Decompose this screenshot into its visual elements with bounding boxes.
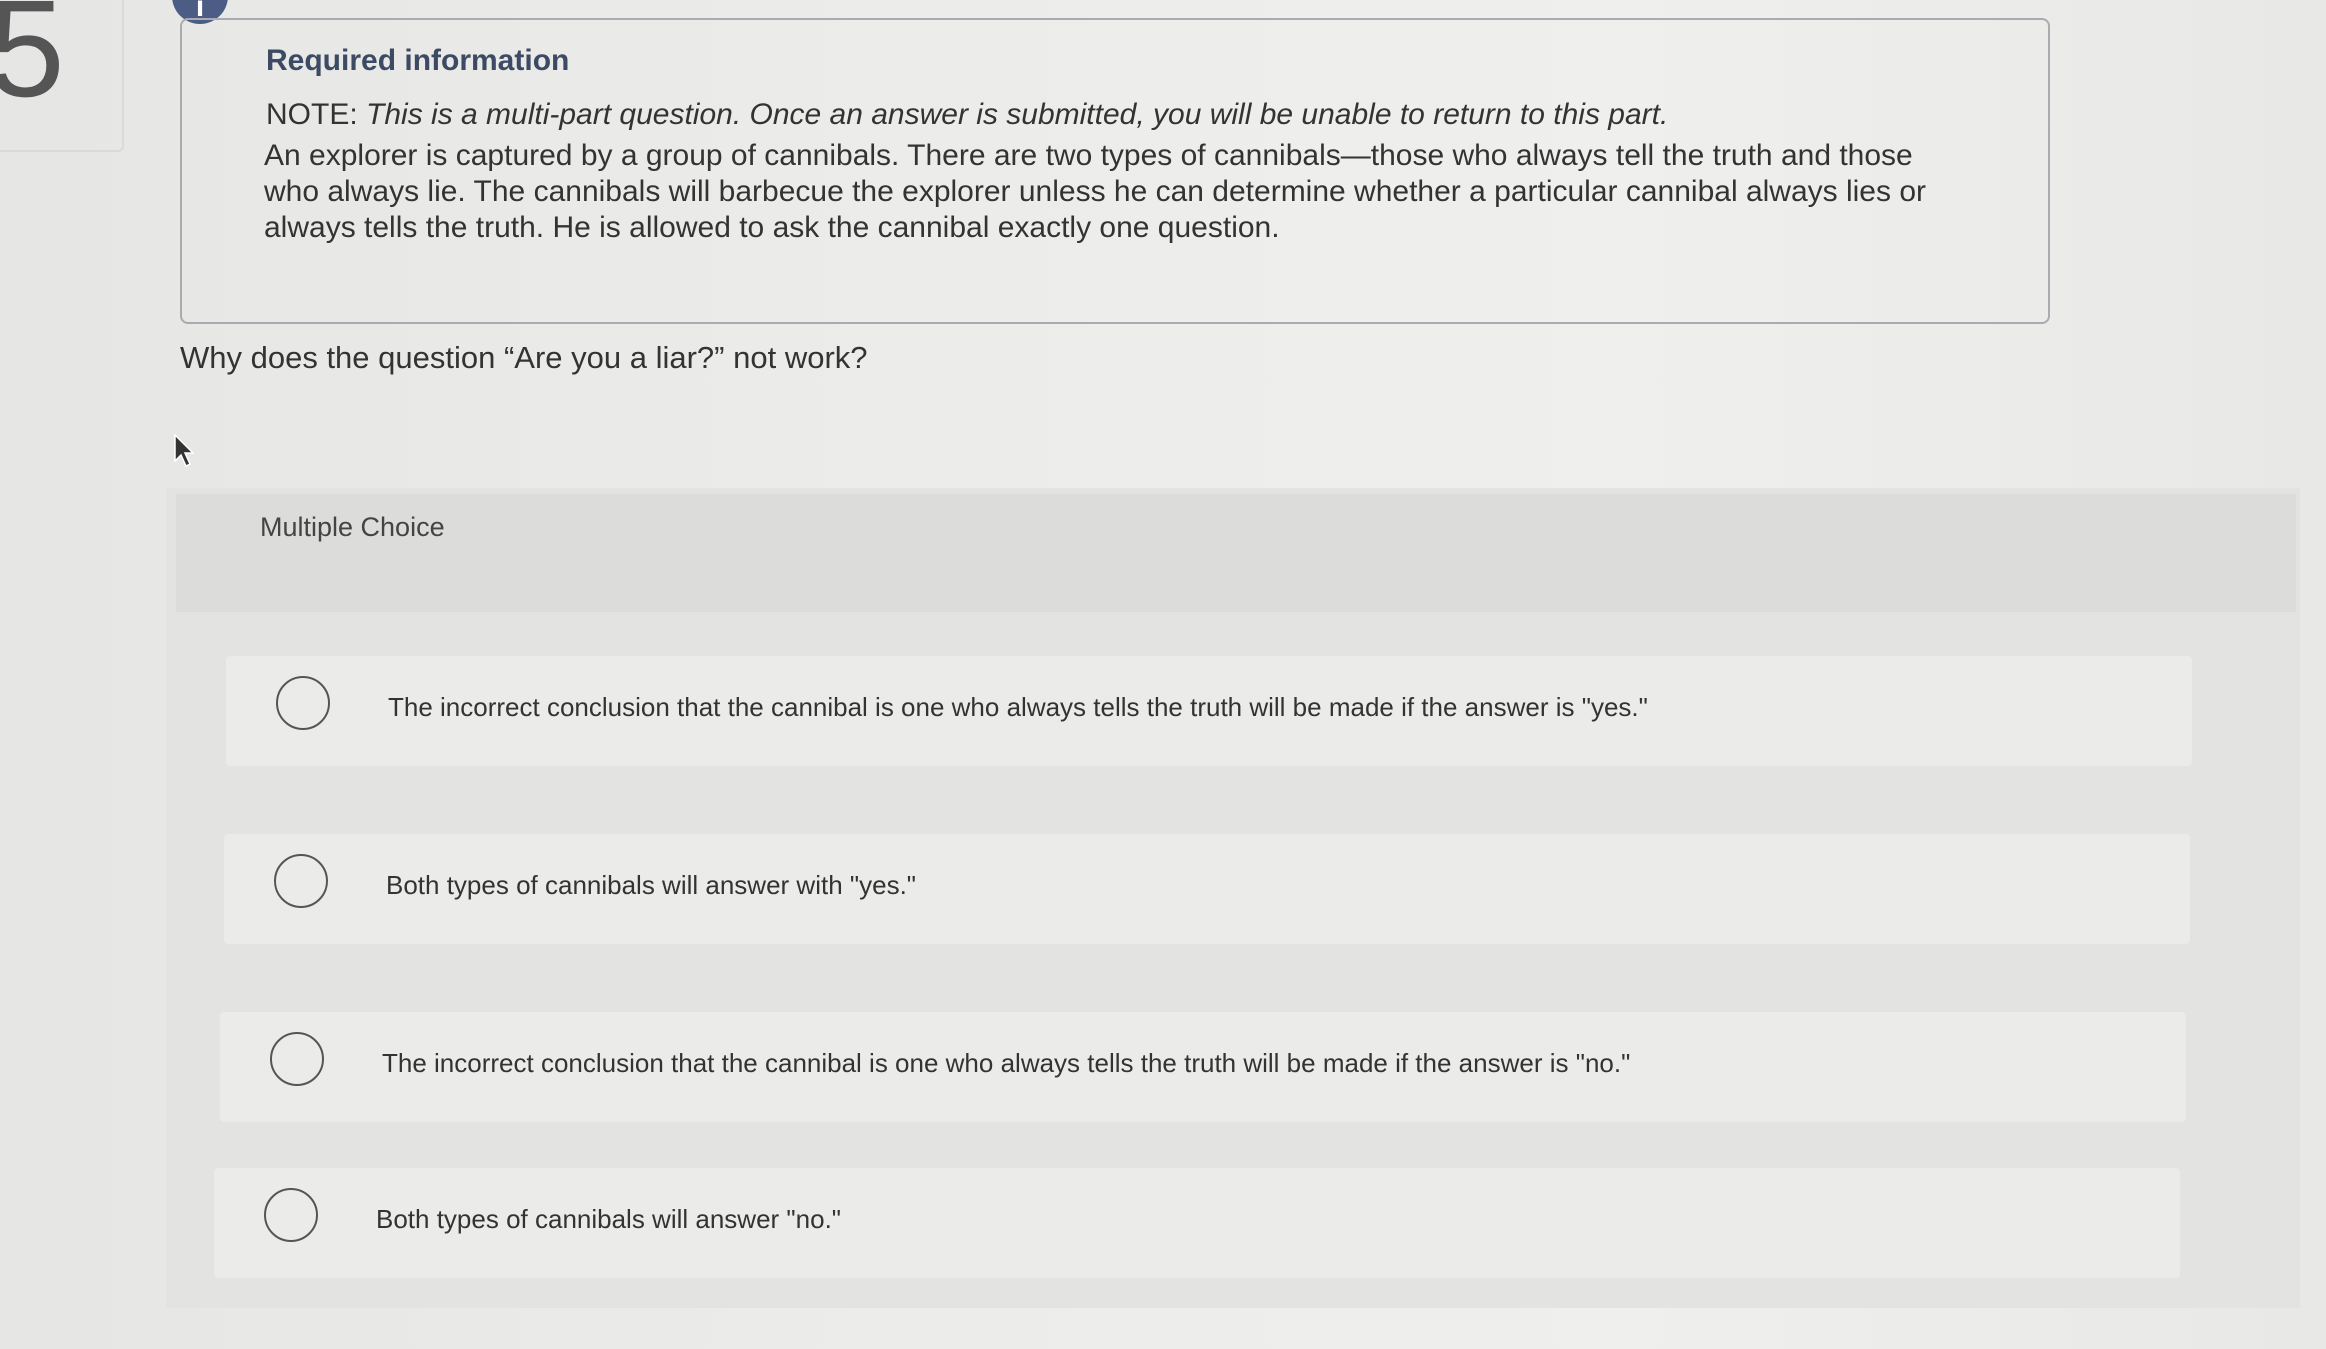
answer-option-1[interactable]: The incorrect conclusion that the cannib… xyxy=(226,656,2192,766)
answer-option-4[interactable]: Both types of cannibals will answer "no.… xyxy=(214,1168,2180,1278)
note-text: This is a multi-part question. Once an a… xyxy=(366,98,1669,131)
problem-statement: An explorer is captured by a group of ca… xyxy=(264,139,1926,244)
radio-button[interactable] xyxy=(270,1032,324,1086)
answer-option-2[interactable]: Both types of cannibals will answer with… xyxy=(224,834,2190,944)
radio-button[interactable] xyxy=(276,676,330,730)
note-line: NOTE: This is a multi-part question. Onc… xyxy=(266,98,1668,132)
mouse-cursor-icon xyxy=(174,433,195,468)
question-text: Why does the question “Are you a liar?” … xyxy=(180,340,868,375)
question-number-box: 5 xyxy=(0,0,124,152)
required-information-title: Required information xyxy=(266,44,570,77)
radio-button[interactable] xyxy=(264,1188,318,1242)
answer-option-label[interactable]: Both types of cannibals will answer "no.… xyxy=(376,1204,841,1235)
multiple-choice-header xyxy=(176,494,2296,612)
note-label: NOTE: xyxy=(266,98,358,131)
multiple-choice-label: Multiple Choice xyxy=(260,512,445,542)
radio-button[interactable] xyxy=(274,854,328,908)
question-number: 5 xyxy=(0,0,65,126)
answer-option-3[interactable]: The incorrect conclusion that the cannib… xyxy=(220,1012,2186,1122)
answer-option-label[interactable]: Both types of cannibals will answer with… xyxy=(386,870,916,901)
answer-option-label[interactable]: The incorrect conclusion that the cannib… xyxy=(388,692,1648,723)
answer-option-label[interactable]: The incorrect conclusion that the cannib… xyxy=(382,1048,1630,1079)
